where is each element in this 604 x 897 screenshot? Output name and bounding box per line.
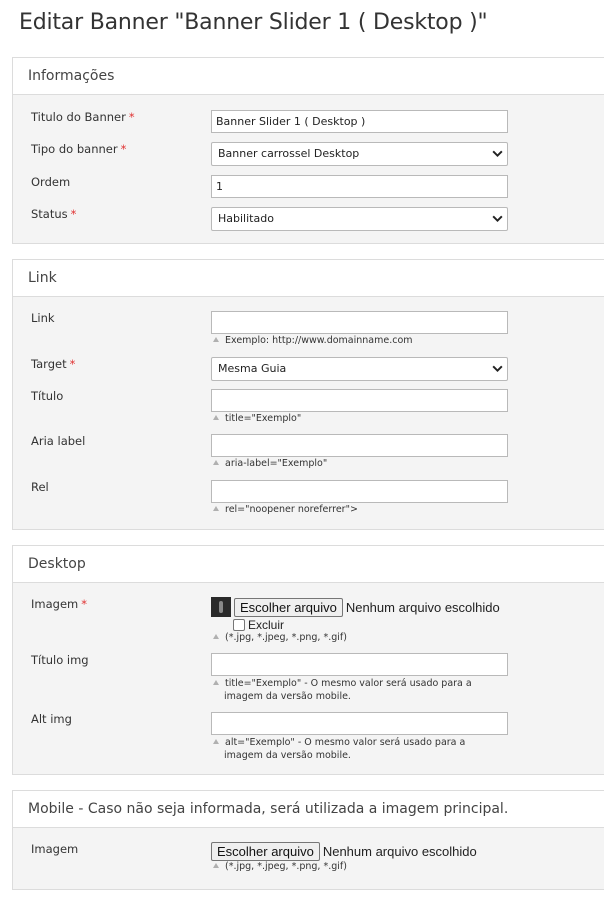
panel-link: Link Link Exemplo: http://www.domainname… <box>12 259 604 530</box>
aria-label-input[interactable] <box>211 434 508 457</box>
rel-input[interactable] <box>211 480 508 503</box>
image-thumbnail <box>211 597 231 617</box>
aria-label-hint: aria-label="Exemplo" <box>211 458 327 471</box>
panel-mobile: Mobile - Caso não seja informada, será u… <box>12 790 604 890</box>
choose-file-button[interactable]: Escolher arquivo <box>211 842 320 861</box>
mobile-imagem-label: Imagem <box>31 842 79 856</box>
ordem-input[interactable]: 1 <box>211 175 508 198</box>
required-mark: * <box>69 357 76 371</box>
excluir-checkbox[interactable] <box>233 619 245 631</box>
imagem-file-input[interactable]: Escolher arquivo Nenhum arquivo escolhido <box>211 597 500 617</box>
triangle-up-icon <box>213 634 219 639</box>
titulo-img-label: Título img <box>31 653 89 667</box>
triangle-up-icon <box>213 337 219 342</box>
target-label: Target * <box>31 357 76 371</box>
panel-heading: Link <box>13 260 604 297</box>
mobile-imagem-hint: (*.jpg, *.jpeg, *.png, *.gif) <box>211 861 347 874</box>
titulo-banner-input[interactable]: Banner Slider 1 ( Desktop ) <box>211 110 508 133</box>
panel-heading: Desktop <box>13 546 604 583</box>
choose-file-button[interactable]: Escolher arquivo <box>234 597 343 617</box>
triangle-up-icon <box>213 680 219 685</box>
titulo-input[interactable] <box>211 389 508 412</box>
required-mark: * <box>128 110 135 124</box>
panel-desktop: Desktop Imagem * Escolher arquivo Nenhum a… <box>12 545 604 775</box>
status-label: Status * <box>31 207 77 221</box>
titulo-hint: title="Exemplo" <box>211 413 301 426</box>
titulo-banner-label: Titulo do Banner * <box>31 110 135 124</box>
triangle-up-icon <box>213 460 219 465</box>
triangle-up-icon <box>213 415 219 420</box>
triangle-up-icon <box>213 863 219 868</box>
required-mark: * <box>81 597 87 611</box>
triangle-up-icon <box>213 739 219 744</box>
alt-img-input[interactable] <box>211 712 508 735</box>
titulo-img-input[interactable] <box>211 653 508 676</box>
chevron-down-icon <box>492 215 503 223</box>
chevron-down-icon <box>492 365 503 373</box>
panel-informacoes: Informações Titulo do Banner * Banner Sli… <box>12 57 604 244</box>
titulo-label: Título <box>31 389 64 403</box>
panel-heading: Mobile - Caso não seja informada, será u… <box>13 791 604 828</box>
imagem-label: Imagem * <box>31 597 87 611</box>
required-mark: * <box>120 142 127 156</box>
file-status: Nenhum arquivo escolhido <box>322 844 477 859</box>
aria-label-label: Aria label <box>31 434 86 448</box>
ordem-label: Ordem <box>31 175 71 189</box>
tipo-banner-select[interactable]: Banner carrossel Desktop <box>211 142 508 166</box>
rel-label: Rel <box>31 480 49 494</box>
rel-hint: rel="noopener noreferrer"> <box>211 504 358 517</box>
link-label: Link <box>31 311 55 325</box>
chevron-down-icon <box>492 150 503 158</box>
page-title: Editar Banner "Banner Slider 1 ( Desktop… <box>19 10 488 35</box>
link-hint: Exemplo: http://www.domainname.com <box>211 335 413 348</box>
panel-heading: Informações <box>13 58 604 95</box>
target-select[interactable]: Mesma Guia <box>211 357 508 381</box>
alt-img-label: Alt img <box>31 712 72 726</box>
alt-img-hint: alt="Exemplo" - O mesmo valor será usado… <box>211 737 465 762</box>
imagem-hint: (*.jpg, *.jpeg, *.png, *.gif) <box>211 632 347 645</box>
excluir-label: Excluir <box>248 618 285 632</box>
mobile-imagem-file-input[interactable]: Escolher arquivo Nenhum arquivo escolhido <box>211 842 477 862</box>
excluir-checkbox-row[interactable]: Excluir <box>233 618 284 632</box>
tipo-banner-label: Tipo do banner * <box>31 142 127 156</box>
required-mark: * <box>70 207 77 221</box>
titulo-img-hint: title="Exemplo" - O mesmo valor será usa… <box>211 678 472 703</box>
link-input[interactable] <box>211 311 508 334</box>
file-status: Nenhum arquivo escolhido <box>345 599 500 615</box>
triangle-up-icon <box>213 506 219 511</box>
status-select[interactable]: Habilitado <box>211 207 508 231</box>
